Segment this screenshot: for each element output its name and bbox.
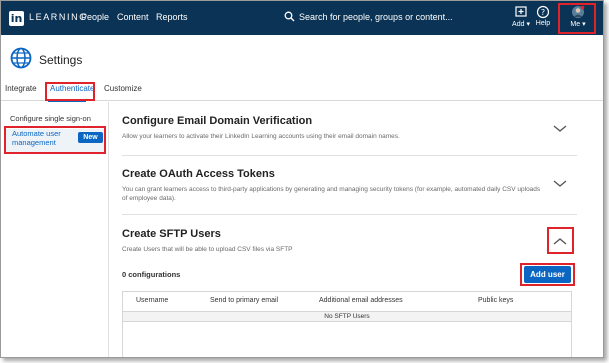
tab-integrate[interactable]: Integrate <box>5 84 37 93</box>
column-header-send-primary-email: Send to primary email <box>210 297 279 304</box>
column-header-username: Username <box>136 297 169 304</box>
nav-link-content[interactable]: Content <box>117 12 149 22</box>
section-description-sftp: Create Users that will be able to upload… <box>122 246 293 253</box>
search-input[interactable]: Search for people, groups or content... <box>299 12 453 22</box>
search-icon <box>284 11 295 22</box>
help-icon: ? <box>536 5 550 19</box>
section-divider <box>122 155 577 156</box>
top-navigation-bar: in LEARNING People Content Reports Searc… <box>1 1 603 35</box>
section-description-oauth: You can grant learners access to third-p… <box>122 186 541 202</box>
section-divider <box>122 214 577 215</box>
section-title-sftp: Create SFTP Users <box>122 228 221 240</box>
me-highlight-box <box>558 3 596 34</box>
empty-state-row: No SFTP Users <box>123 311 571 322</box>
linkedin-logo-icon[interactable]: in <box>9 11 24 26</box>
sftp-users-table: Username Send to primary email Additiona… <box>122 291 572 357</box>
add-label: Add <box>512 21 525 28</box>
configurations-count: 0 configurations <box>122 270 181 279</box>
page-header: Settings <box>1 35 603 82</box>
brand-label[interactable]: LEARNING <box>29 12 88 22</box>
column-header-public-keys: Public keys <box>478 297 514 304</box>
globe-icon <box>10 47 32 69</box>
nav-link-people[interactable]: People <box>81 12 109 22</box>
collapse-highlight-box <box>547 227 574 254</box>
add-user-highlight-box <box>520 263 575 286</box>
settings-tabs: Integrate Authenticate Customize <box>1 82 603 102</box>
section-description-email-domain: Allow your learners to activate their Li… <box>122 133 400 140</box>
sidebar <box>1 102 109 357</box>
page-title: Settings <box>39 53 83 67</box>
nav-link-reports[interactable]: Reports <box>156 12 188 22</box>
chevron-down-icon[interactable] <box>553 125 567 133</box>
chevron-down-icon[interactable] <box>553 180 567 188</box>
section-title-email-domain: Configure Email Domain Verification <box>122 115 313 127</box>
help-label: Help <box>535 20 551 27</box>
column-header-additional-emails: Additional email addresses <box>319 297 403 304</box>
help-button[interactable]: ? Help <box>528 5 558 27</box>
add-icon <box>515 6 527 17</box>
section-title-oauth: Create OAuth Access Tokens <box>122 168 275 180</box>
svg-text:?: ? <box>541 8 545 17</box>
app-window: in LEARNING People Content Reports Searc… <box>0 0 604 358</box>
authenticate-highlight-box <box>45 82 95 101</box>
tab-customize[interactable]: Customize <box>104 84 142 93</box>
